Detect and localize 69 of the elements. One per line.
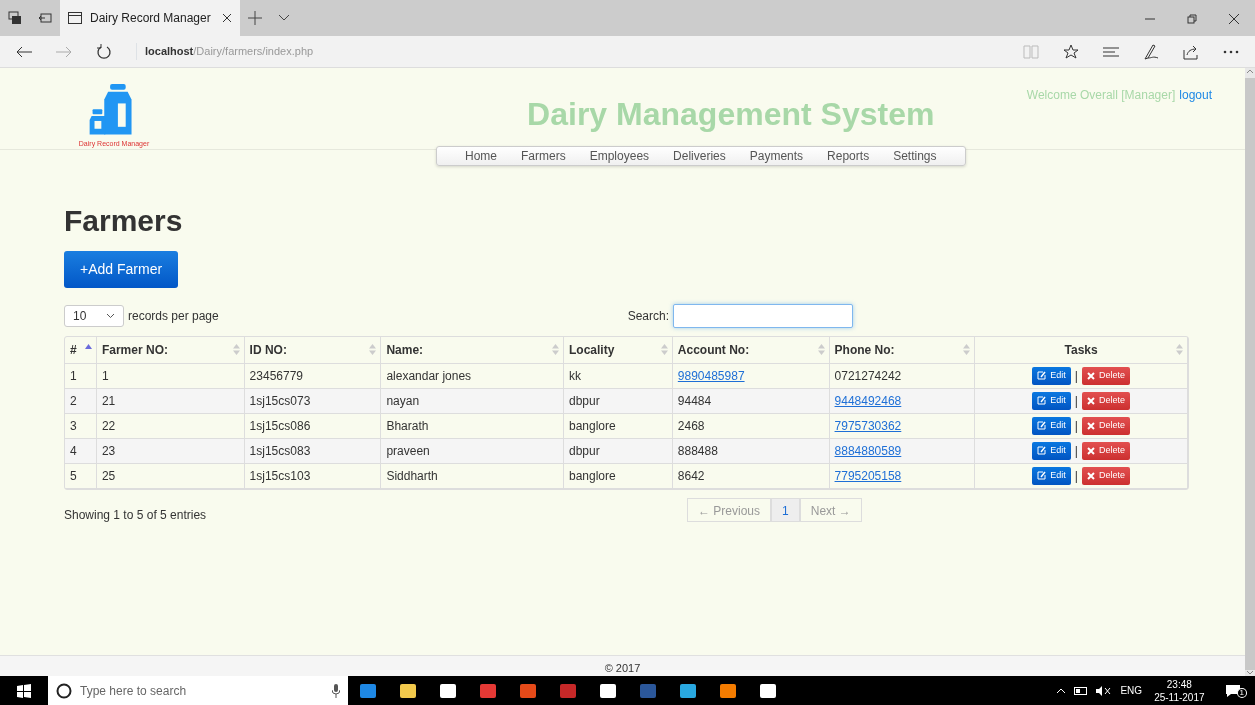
notification-count: 1 — [1236, 687, 1247, 698]
page-size-label: records per page — [128, 308, 219, 325]
column-header[interactable]: Name: — [381, 337, 564, 364]
add-farmer-button[interactable]: +Add Farmer — [64, 251, 179, 288]
pagination-button[interactable]: 1 — [771, 498, 800, 522]
separator: | — [1074, 417, 1078, 435]
clock-date[interactable]: 25-11-2017 — [1154, 690, 1205, 704]
column-header[interactable]: ID NO: — [244, 337, 382, 364]
nav-link[interactable]: Home — [453, 147, 509, 165]
table-link[interactable]: 7975730362 — [834, 419, 902, 433]
delete-button[interactable]: Delete — [1081, 417, 1130, 435]
separator: | — [1074, 467, 1078, 485]
site-title: Dairy Management System — [527, 95, 935, 134]
browser-tab[interactable]: Dairy Record Manager — [60, 0, 240, 36]
edit-button[interactable]: Edit — [1032, 392, 1071, 410]
column-header[interactable]: Phone No: — [829, 337, 976, 364]
tab-title: Dairy Record Manager — [90, 10, 212, 27]
edit-button[interactable]: Edit — [1032, 467, 1071, 485]
delete-button[interactable]: Delete — [1081, 392, 1130, 410]
table-cell: 23 — [96, 439, 245, 464]
nav-link[interactable]: Settings — [881, 147, 949, 165]
copyright-text: © 2017 — [604, 662, 641, 674]
clock-time[interactable]: 23:48 — [1166, 677, 1192, 691]
table-cell: 888488 — [672, 439, 830, 464]
search-label: Search: — [627, 308, 669, 325]
table-link[interactable]: 9890485987 — [677, 369, 745, 383]
edit-button[interactable]: Edit — [1032, 367, 1071, 385]
table-cell: 21 — [96, 389, 245, 414]
table-cell: dbpur — [564, 439, 673, 464]
table-link[interactable]: 7795205158 — [834, 469, 902, 483]
column-header[interactable]: Tasks — [975, 337, 1188, 364]
column-header[interactable]: # — [65, 337, 97, 364]
nav-link[interactable]: Employees — [577, 147, 662, 165]
table-cell: Siddharth — [381, 464, 564, 489]
separator: | — [1074, 367, 1078, 385]
table-cell: 4 — [65, 439, 97, 464]
page-size-select[interactable]: 10 — [64, 305, 124, 327]
table-cell: banglore — [564, 464, 673, 489]
table-cell: nayan — [381, 389, 564, 414]
nav-link[interactable]: Deliveries — [661, 147, 738, 165]
nav-link[interactable]: Payments — [737, 147, 816, 165]
separator: | — [1074, 392, 1078, 410]
entries-info: Showing 1 to 5 of 5 entries — [64, 507, 208, 524]
delete-button[interactable]: Delete — [1081, 467, 1130, 485]
page-heading: Farmers — [64, 203, 184, 239]
column-header[interactable]: Account No: — [672, 337, 830, 364]
welcome-text: Welcome Overall [Manager] — [1026, 87, 1176, 104]
logout-link[interactable]: logout — [1179, 86, 1212, 104]
edit-button[interactable]: Edit — [1032, 442, 1071, 460]
table-cell: 8642 — [672, 464, 830, 489]
edit-button[interactable]: Edit — [1032, 417, 1071, 435]
separator: | — [1074, 442, 1078, 460]
delete-button[interactable]: Delete — [1081, 367, 1130, 385]
nav-link[interactable]: Reports — [815, 147, 882, 165]
table-cell: 1sj15cs103 — [244, 464, 382, 489]
table-cell: 1sj15cs073 — [244, 389, 382, 414]
column-header[interactable]: Locality — [564, 337, 673, 364]
table-cell: 94484 — [672, 389, 830, 414]
delete-button[interactable]: Delete — [1081, 442, 1130, 460]
taskbar-search-field[interactable]: Type here to search — [48, 676, 348, 705]
table-cell: praveen — [381, 439, 564, 464]
table-cell: 5 — [65, 464, 97, 489]
nav-link[interactable]: Farmers — [509, 147, 578, 165]
language-indicator[interactable]: ENG — [1120, 683, 1143, 698]
table-cell: 25 — [96, 464, 245, 489]
table-cell: 2 — [65, 389, 97, 414]
table-cell: dbpur — [564, 389, 673, 414]
column-header[interactable]: Farmer NO: — [96, 337, 245, 364]
table-cell: 1sj15cs083 — [244, 439, 382, 464]
